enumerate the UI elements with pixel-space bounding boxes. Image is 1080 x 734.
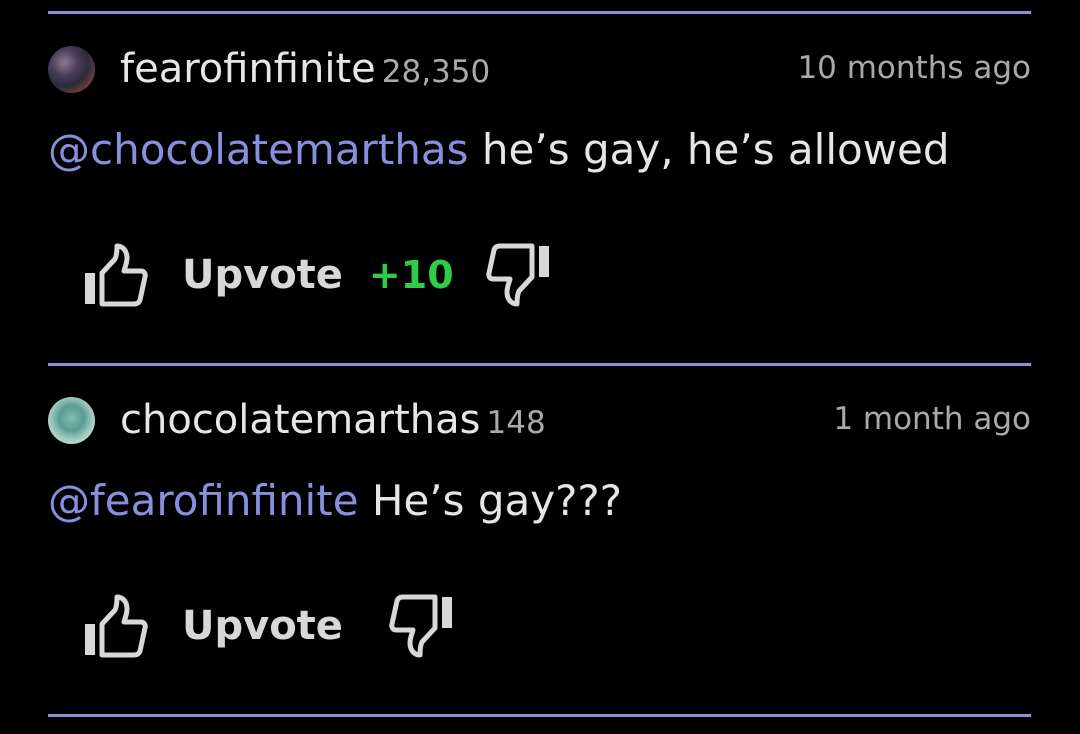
comment-header: chocolatemarthas 148 1 month ago xyxy=(48,395,1031,445)
avatar[interactable] xyxy=(48,46,95,93)
thumbs-down-icon[interactable] xyxy=(389,593,455,659)
vote-score: +10 xyxy=(368,253,454,297)
comment-text: He’s gay??? xyxy=(358,476,623,525)
avatar[interactable] xyxy=(48,397,95,444)
comment-body: @fearofinfinite He’s gay??? xyxy=(48,473,622,529)
upvote-label: Upvote xyxy=(182,252,343,298)
user-points: 148 xyxy=(486,405,546,441)
username[interactable]: chocolatemarthas 148 xyxy=(120,395,546,448)
upvote-button[interactable]: Upvote xyxy=(82,242,343,308)
comment-text: he’s gay, he’s allowed xyxy=(468,125,950,174)
thumbs-up-icon[interactable] xyxy=(82,242,148,308)
username-text[interactable]: fearofinfinite xyxy=(120,46,376,92)
comment-divider xyxy=(48,714,1031,717)
username[interactable]: fearofinfinite 28,350 xyxy=(120,44,490,97)
comment-timestamp: 1 month ago xyxy=(833,401,1031,437)
user-mention-link[interactable]: @fearofinfinite xyxy=(48,476,359,525)
thumbs-up-icon[interactable] xyxy=(82,593,148,659)
user-points: 28,350 xyxy=(381,54,491,90)
comment-actions: Upvote xyxy=(82,591,455,661)
thumbs-down-icon[interactable] xyxy=(485,242,552,308)
upvote-label: Upvote xyxy=(182,603,343,649)
comment-timestamp: 10 months ago xyxy=(797,50,1031,86)
username-text[interactable]: chocolatemarthas xyxy=(120,397,481,443)
comment-divider xyxy=(48,11,1031,14)
comment-actions: Upvote +10 xyxy=(82,240,552,310)
user-mention-link[interactable]: @chocolatemarthas xyxy=(48,125,469,174)
comment-divider xyxy=(48,363,1031,366)
upvote-button[interactable]: Upvote xyxy=(82,593,343,659)
comment-body: @chocolatemarthas he’s gay, he’s allowed xyxy=(48,122,950,178)
comment-header: fearofinfinite 28,350 10 months ago xyxy=(48,44,1031,94)
